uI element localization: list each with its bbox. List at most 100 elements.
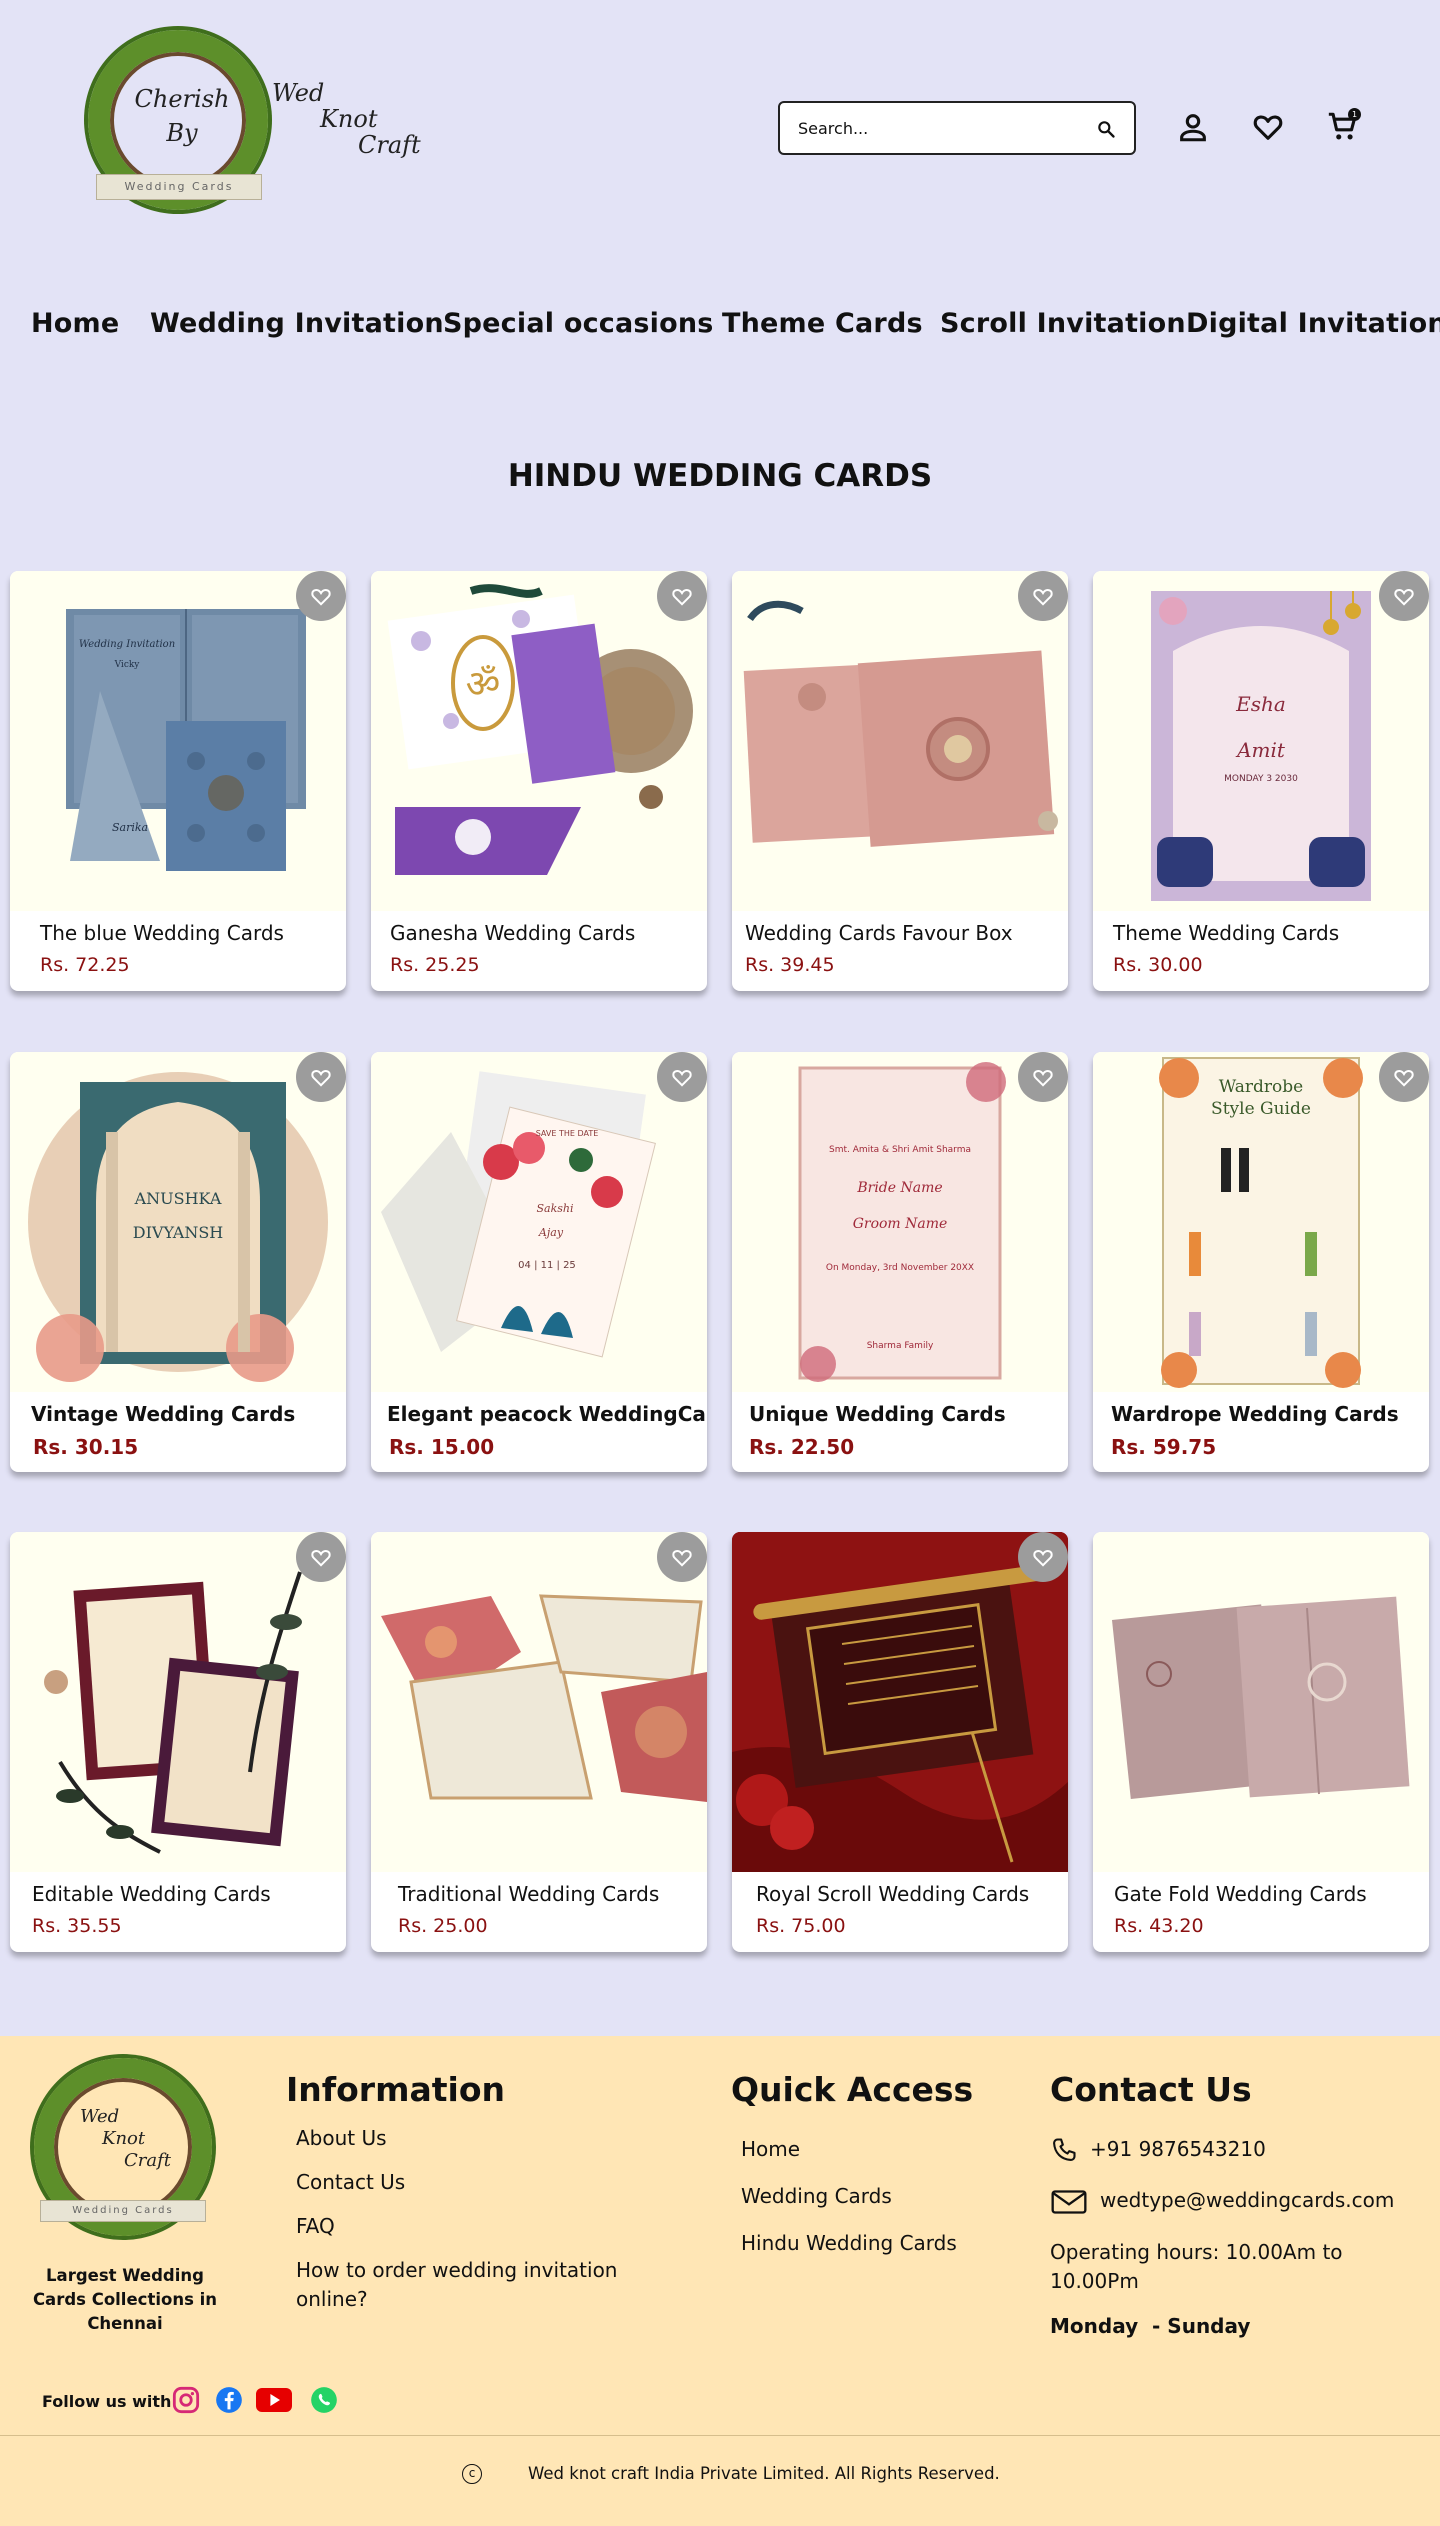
page-title: HINDU WEDDING CARDS — [507, 458, 933, 494]
heart-icon[interactable] — [1251, 110, 1285, 144]
footer-heading-quick-access: Quick Access — [731, 2070, 974, 2109]
product-card[interactable]: Gate Fold Wedding Cards Rs. 43.20 — [1093, 1532, 1429, 1952]
wishlist-button[interactable] — [657, 1052, 707, 1102]
card-art-text: Style Guide — [1211, 1099, 1311, 1119]
card-art-text: Sarika — [112, 821, 148, 834]
wishlist-button[interactable] — [1018, 571, 1068, 621]
contact-phone[interactable]: +91 9876543210 — [1090, 2135, 1266, 2164]
brand-logo[interactable]: Cherish By Wedding Cards Wed Knot Craft — [82, 24, 421, 224]
card-art-text: Wedding Invitation — [79, 639, 175, 650]
user-icon[interactable] — [1176, 110, 1210, 144]
product-name: The blue Wedding Cards — [40, 921, 284, 945]
card-art-text: On Monday, 3rd November 20XX — [826, 1263, 974, 1273]
product-card[interactable]: Esha Amit MONDAY 3 2030 Theme Wedding Ca… — [1093, 571, 1429, 991]
footer-link-hindu-wedding-cards[interactable]: Hindu Wedding Cards — [741, 2229, 957, 2258]
heart-icon — [1033, 589, 1053, 606]
product-card[interactable]: Royal Scroll Wedding Cards Rs. 75.00 — [732, 1532, 1068, 1952]
operating-hours: Operating hours: 10.00Am to 10.00Pm — [1050, 2240, 1343, 2293]
copyright-icon: c — [462, 2464, 482, 2484]
product-price: Rs. 22.50 — [749, 1435, 855, 1459]
footer-link-contact[interactable]: Contact Us — [296, 2168, 405, 2197]
nav-scroll-invitation[interactable]: Scroll Invitation — [940, 308, 1186, 339]
product-image: Wedding Invitation Vicky Sarika — [10, 571, 346, 911]
whatsapp-icon[interactable] — [310, 2386, 338, 2414]
wishlist-button[interactable] — [296, 571, 346, 621]
site-footer: Wed Knot Craft Wedding Cards Largest Wed… — [0, 2036, 1440, 2526]
footer-link-about[interactable]: About Us — [296, 2124, 387, 2153]
wishlist-button[interactable] — [657, 1532, 707, 1582]
product-price: Rs. 39.45 — [745, 954, 835, 976]
product-image — [371, 1532, 707, 1872]
product-image — [732, 1532, 1068, 1872]
product-name: Wedding Cards Favour Box — [745, 921, 1013, 945]
card-art-text: Groom Name — [853, 1216, 948, 1232]
product-price: Rs. 15.00 — [389, 1435, 495, 1459]
product-price: Rs. 30.00 — [1113, 954, 1203, 976]
card-art-text: SAVE THE DATE — [536, 1129, 599, 1138]
product-card[interactable]: SAVE THE DATE Sakshi Ajay 04 | 11 | 25 E… — [371, 1052, 707, 1472]
logo-line: Cherish — [134, 85, 230, 113]
wishlist-button[interactable] — [1379, 1052, 1429, 1102]
nav-digital-invitation[interactable]: Digital Invitation — [1186, 308, 1440, 339]
footer-link-wedding-cards[interactable]: Wedding Cards — [741, 2182, 892, 2211]
email-icon — [1051, 2190, 1087, 2214]
footer-link-faq[interactable]: FAQ — [296, 2212, 335, 2241]
product-image: Smt. Amita & Shri Amit Sharma Bride Name… — [732, 1052, 1068, 1392]
nav-home[interactable]: Home — [31, 308, 119, 339]
wishlist-button[interactable] — [296, 1532, 346, 1582]
nav-special-occasions[interactable]: Special occasions — [443, 308, 714, 339]
operating-days: Monday - Sunday — [1050, 2314, 1251, 2338]
nav-wedding-invitation[interactable]: Wedding Invitation — [150, 308, 444, 339]
product-price: Rs. 25.25 — [390, 954, 480, 976]
product-name: Gate Fold Wedding Cards — [1114, 1882, 1367, 1906]
card-art-text: Smt. Amita & Shri Amit Sharma — [829, 1145, 971, 1155]
facebook-icon[interactable] — [215, 2386, 243, 2414]
heart-icon — [672, 1070, 692, 1087]
logo-line: Wed — [272, 79, 325, 107]
copyright-text: Wed knot craft India Private Limited. Al… — [528, 2464, 1000, 2483]
search-icon[interactable] — [1096, 119, 1116, 139]
product-name: Vintage Wedding Cards — [31, 1402, 296, 1426]
wishlist-button[interactable] — [1018, 1052, 1068, 1102]
card-art-text: Amit — [1235, 738, 1286, 762]
product-card[interactable]: ANUSHKA DIVYANSH Vintage Wedding Cards R… — [10, 1052, 346, 1472]
wishlist-button[interactable] — [657, 571, 707, 621]
product-card[interactable]: Wedding Invitation Vicky Sarika The blue… — [10, 571, 346, 991]
product-name: Wardrope Wedding Cards — [1111, 1402, 1399, 1426]
product-card[interactable]: Wedding Cards Favour Box Rs. 39.45 — [732, 571, 1068, 991]
cart-button[interactable]: 1 — [1326, 108, 1361, 144]
instagram-icon[interactable] — [172, 2386, 200, 2414]
product-name: Royal Scroll Wedding Cards — [756, 1882, 1030, 1906]
wishlist-button[interactable] — [1379, 571, 1429, 621]
logo-line: Craft — [358, 131, 421, 159]
card-art-text: ANUSHKA — [134, 1189, 222, 1208]
heart-icon — [1394, 1070, 1414, 1087]
footer-link-how-to-order[interactable]: How to order wedding invitation online? — [296, 2256, 656, 2314]
product-card[interactable]: Editable Wedding Cards Rs. 35.55 — [10, 1532, 346, 1952]
wishlist-button[interactable] — [296, 1052, 346, 1102]
product-card[interactable]: Wardrobe Style Guide Wardrope Wedding Ca… — [1093, 1052, 1429, 1472]
product-card[interactable]: Traditional Wedding Cards Rs. 25.00 — [371, 1532, 707, 1952]
product-card[interactable]: Smt. Amita & Shri Amit Sharma Bride Name… — [732, 1052, 1068, 1472]
product-name: Elegant peacock WeddingCards — [387, 1402, 707, 1426]
wishlist-button[interactable] — [1018, 1532, 1068, 1582]
logo-line: Knot — [102, 2128, 146, 2149]
heart-icon — [1394, 589, 1414, 606]
product-name: Unique Wedding Cards — [749, 1402, 1006, 1426]
contact-email[interactable]: wedtype@weddingcards.com — [1100, 2186, 1394, 2215]
nav-theme-cards[interactable]: Theme Cards — [722, 308, 923, 339]
heart-icon — [311, 1070, 331, 1087]
product-image: SAVE THE DATE Sakshi Ajay 04 | 11 | 25 — [371, 1052, 707, 1392]
logo-line: By — [166, 119, 198, 147]
product-name: Traditional Wedding Cards — [398, 1882, 660, 1906]
footer-tagline: Largest Wedding Cards Collections in Che… — [32, 2266, 218, 2333]
youtube-icon[interactable] — [256, 2386, 292, 2414]
product-price: Rs. 43.20 — [1114, 1915, 1204, 1937]
product-image: ॐ — [371, 571, 707, 911]
heart-icon — [672, 1550, 692, 1567]
search-input[interactable] — [798, 115, 1078, 141]
product-price: Rs. 59.75 — [1111, 1435, 1217, 1459]
footer-link-home[interactable]: Home — [741, 2135, 800, 2164]
product-card[interactable]: ॐ Ganesha Wedding Cards Rs. 25.25 — [371, 571, 707, 991]
footer-logo[interactable]: Wed Knot Craft Wedding Cards — [30, 2056, 220, 2246]
